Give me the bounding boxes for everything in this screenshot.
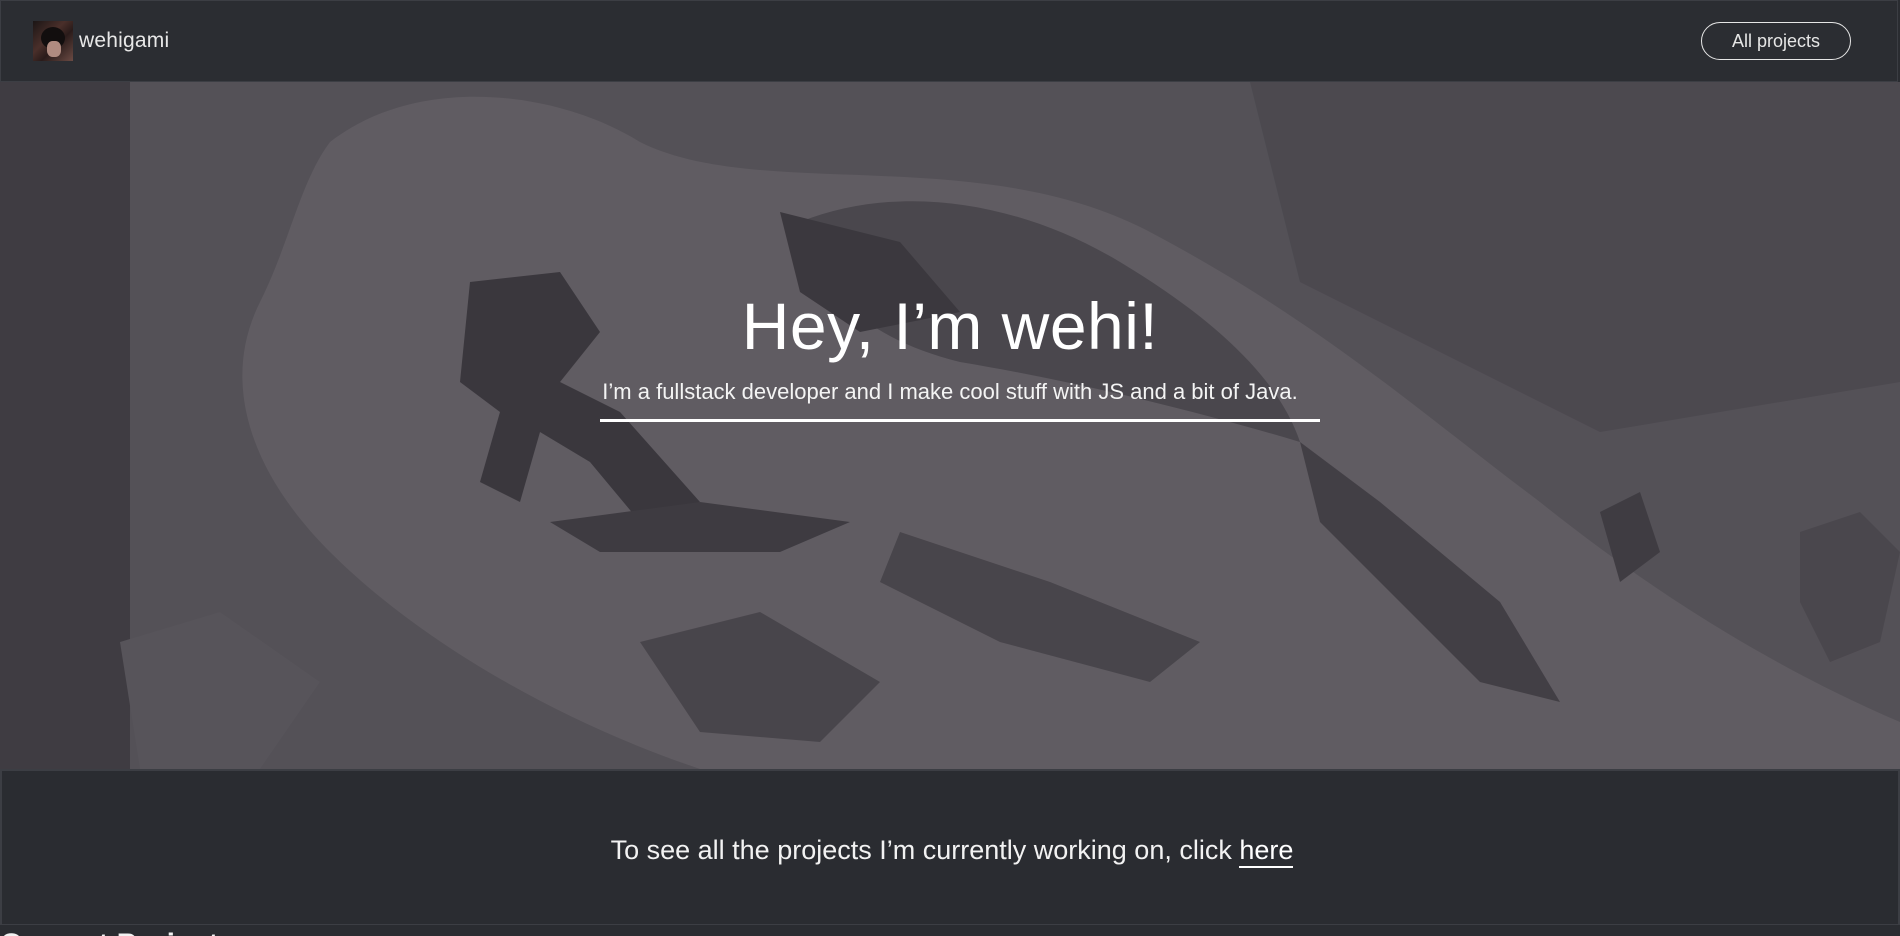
projects-section: Current Projects (0, 924, 1900, 936)
hero-subtitle: I’m a fullstack developer and I make coo… (602, 379, 1298, 404)
brand-name: wehigami (79, 29, 170, 52)
avatar (33, 21, 73, 61)
hero-underline (600, 419, 1320, 422)
brand-link[interactable]: wehigami (33, 21, 169, 61)
cta-text: To see all the projects I’m currently wo… (610, 835, 1240, 865)
hero-content: Hey, I’m wehi! I’m a fullstack developer… (0, 82, 1900, 769)
hero-title: Hey, I’m wehi! (741, 289, 1159, 363)
cta-section: To see all the projects I’m currently wo… (0, 769, 1900, 924)
navbar: wehigami All projects (0, 0, 1898, 82)
hero-section: Hey, I’m wehi! I’m a fullstack developer… (0, 82, 1900, 769)
all-projects-button[interactable]: All projects (1701, 22, 1851, 60)
here-link[interactable]: here (1239, 835, 1294, 868)
cta-message: To see all the projects I’m currently wo… (2, 835, 1900, 868)
